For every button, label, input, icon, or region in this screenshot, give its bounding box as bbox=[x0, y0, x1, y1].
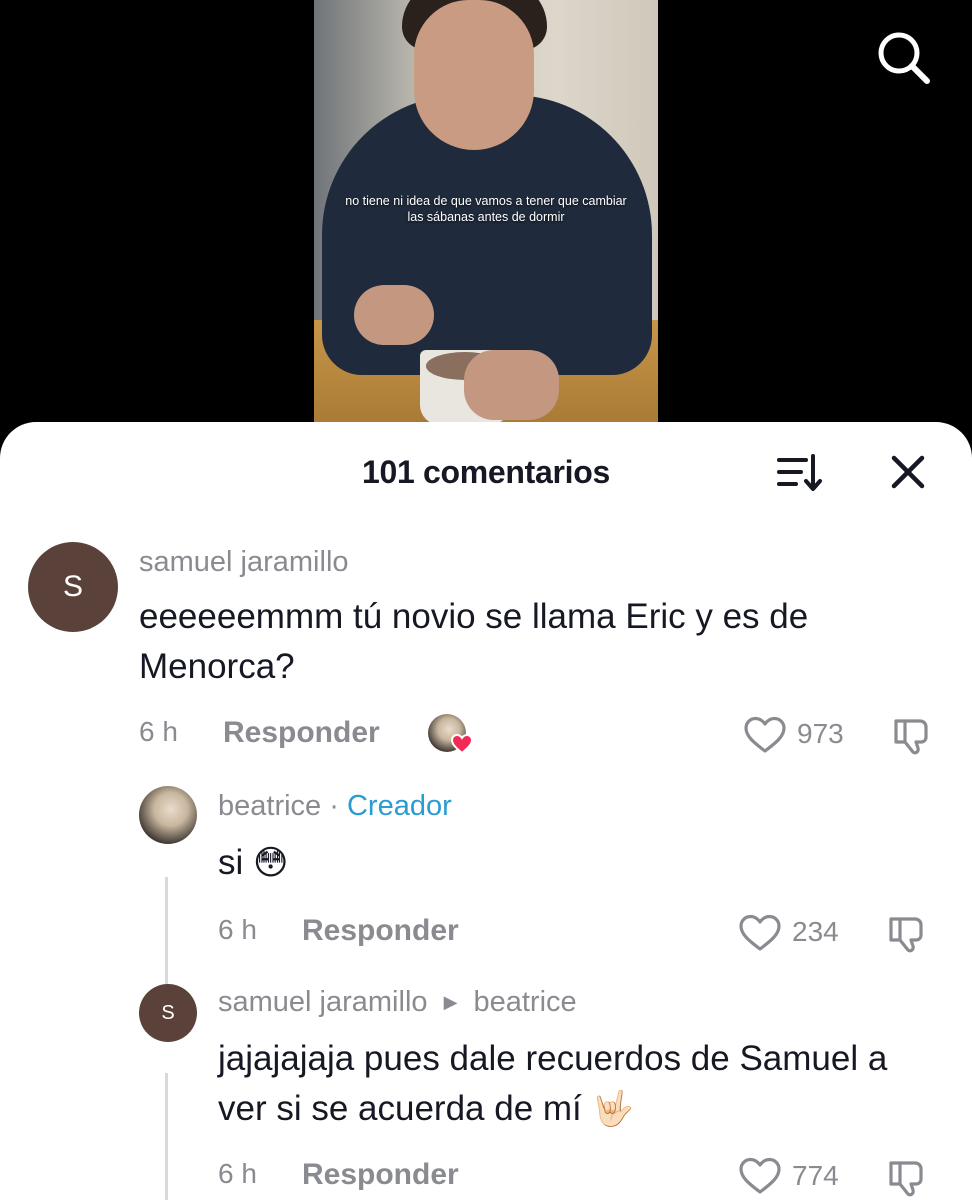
video-hand bbox=[354, 285, 434, 345]
comment-username[interactable]: beatrice · Creador bbox=[218, 790, 452, 823]
reply-username[interactable]: beatrice bbox=[218, 790, 321, 822]
heart-icon bbox=[450, 733, 474, 755]
comment-text: eeeeeemmm tú novio se llama Eric y es de… bbox=[139, 597, 809, 686]
avatar[interactable] bbox=[139, 786, 197, 844]
separator-dot: · bbox=[329, 790, 339, 822]
video-player[interactable]: no tiene ni idea de que vamos a tener qu… bbox=[314, 0, 658, 425]
reply-item: beatrice · Creador si 😳 6 h Responder 23… bbox=[0, 782, 972, 987]
flushed-face-emoji: 😳 bbox=[253, 843, 289, 883]
comment-text-content: jajajajaja pues dale recuerdos de Samuel… bbox=[218, 1039, 888, 1128]
comment-text-content: si bbox=[218, 843, 244, 882]
reply-username[interactable]: samuel jaramillo bbox=[218, 986, 428, 1018]
comment-text: jajajajaja pues dale recuerdos de Samuel… bbox=[218, 1034, 938, 1134]
creator-badge: Creador bbox=[346, 790, 452, 822]
comment-time: 6 h bbox=[139, 716, 178, 747]
like-count: 774 bbox=[792, 1160, 839, 1191]
comments-sheet: 101 comentarios S samuel jaramillo eeeee… bbox=[0, 422, 972, 1200]
comment-username[interactable]: samuel jaramillo bbox=[139, 546, 349, 579]
comment-time: 6 h bbox=[218, 914, 257, 945]
avatar-letter: S bbox=[62, 570, 83, 603]
reply-item: S samuel jaramillo ▶ beatrice jajajajaja… bbox=[0, 978, 972, 1200]
sort-icon bbox=[777, 454, 822, 491]
dislike-icon[interactable] bbox=[885, 1158, 929, 1198]
heart-icon[interactable] bbox=[743, 715, 787, 755]
reply-button[interactable]: Responder bbox=[223, 716, 380, 750]
like-count: 234 bbox=[792, 916, 839, 947]
video-person-head bbox=[414, 0, 534, 150]
heart-icon[interactable] bbox=[738, 913, 782, 953]
dislike-icon[interactable] bbox=[890, 716, 934, 756]
like-count: 973 bbox=[797, 718, 844, 749]
reply-button[interactable]: Responder bbox=[302, 914, 459, 948]
video-caption: no tiene ni idea de que vamos a tener qu… bbox=[345, 194, 627, 224]
comment-text: si 😳 bbox=[218, 838, 288, 888]
comments-header: 101 comentarios bbox=[0, 422, 972, 526]
sort-button[interactable] bbox=[776, 452, 824, 494]
reply-button[interactable]: Responder bbox=[302, 1158, 459, 1192]
comments-count-title: 101 comentarios bbox=[361, 454, 611, 490]
close-button[interactable] bbox=[886, 450, 930, 494]
heart-icon[interactable] bbox=[738, 1156, 782, 1196]
avatar[interactable]: S bbox=[139, 984, 197, 1042]
comment-time: 6 h bbox=[218, 1158, 257, 1189]
liked-by-creator-badge bbox=[428, 714, 474, 760]
reply-to-username[interactable]: beatrice bbox=[473, 986, 576, 1018]
search-button[interactable] bbox=[872, 26, 934, 88]
dislike-icon[interactable] bbox=[885, 914, 929, 954]
love-you-gesture-emoji: 🤟🏻 bbox=[591, 1089, 634, 1129]
reply-arrow-icon: ▶ bbox=[443, 992, 458, 1012]
avatar[interactable]: S bbox=[28, 542, 118, 632]
comment-username[interactable]: samuel jaramillo ▶ beatrice bbox=[218, 986, 577, 1019]
video-hand-right bbox=[464, 350, 559, 420]
comment-item: S samuel jaramillo eeeeeemmm tú novio se… bbox=[0, 540, 972, 780]
close-icon bbox=[891, 455, 925, 489]
thread-line bbox=[165, 877, 168, 987]
search-icon bbox=[878, 32, 930, 84]
video-area[interactable]: no tiene ni idea de que vamos a tener qu… bbox=[0, 0, 972, 440]
avatar-letter: S bbox=[161, 1001, 175, 1024]
thread-line bbox=[165, 1073, 168, 1200]
